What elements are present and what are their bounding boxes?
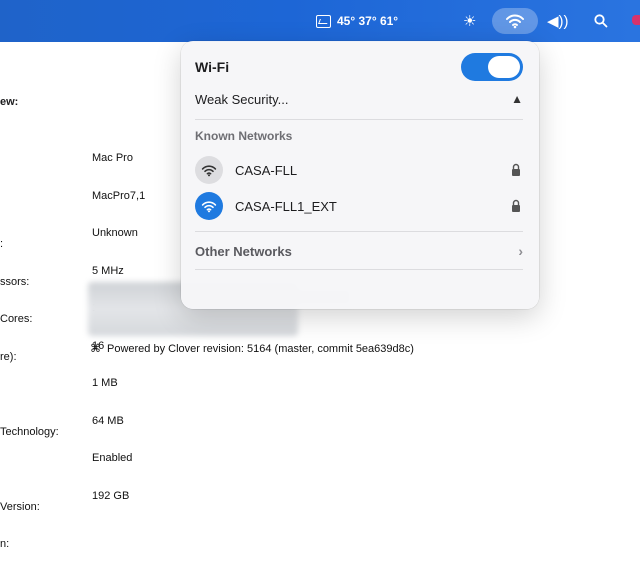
hw-value: MacPro7,1 (92, 189, 146, 202)
clover-footer: ⌘ Powered by Clover revision: 5164 (mast… (90, 342, 414, 356)
weather-temps: 45° 37° 61° (337, 14, 399, 28)
hw-label (0, 463, 59, 476)
control-center-icon[interactable] (632, 15, 640, 25)
hw-value: 64 MB (92, 414, 124, 427)
brightness-icon[interactable]: ☀ (463, 10, 476, 32)
sound-icon[interactable]: ◀)) (547, 10, 569, 32)
hw-label: Technology: (0, 425, 59, 438)
hw-label: n: (0, 538, 10, 550)
lock-icon (512, 163, 520, 176)
command-icon: ⌘ (90, 343, 101, 355)
hw-label: : (0, 238, 4, 250)
menu-bar: 45° 37° 61° ☀ ◀)) (0, 0, 640, 42)
wifi-header: Wi-Fi (195, 53, 523, 81)
footer-text: Powered by Clover revision: 5164 (master… (107, 342, 414, 355)
hw-value: Enabled (92, 452, 133, 464)
hw-value: 5 MHz (92, 264, 124, 277)
weak-security-row[interactable]: Weak Security... ▲ (195, 89, 523, 109)
hw-value: Unknown (92, 227, 138, 239)
other-networks-label: Other Networks (195, 243, 292, 259)
weather-icon (316, 14, 331, 28)
wifi-signal-icon (195, 192, 223, 220)
hw-value: Mac Pro (92, 152, 133, 164)
network-item-casa-fll[interactable]: CASA-FLL (195, 155, 523, 185)
overview-label: ew: (0, 96, 19, 108)
hw-value: 1 MB (92, 377, 118, 389)
hw-label (0, 201, 59, 214)
hw-label (0, 163, 59, 176)
network-name: CASA-FLL (235, 162, 298, 178)
other-networks-row[interactable]: Other Networks › (195, 241, 523, 261)
divider (195, 231, 523, 232)
divider (195, 269, 523, 270)
wifi-menu-icon[interactable] (492, 8, 538, 34)
lock-icon (512, 199, 520, 212)
divider (195, 119, 523, 120)
wifi-popover: Wi-Fi Weak Security... ▲ Known Networks … (181, 41, 539, 309)
spotlight-search-icon[interactable] (594, 10, 608, 32)
chevron-right-icon: › (518, 243, 523, 259)
hw-value: 192 GB (92, 489, 130, 502)
hw-label: Version: (0, 500, 40, 513)
wifi-title: Wi-Fi (195, 59, 230, 75)
network-name: CASA-FLL1_EXT (235, 198, 337, 214)
hw-label (0, 388, 59, 401)
wifi-toggle[interactable] (461, 53, 523, 81)
known-networks-header: Known Networks (195, 129, 293, 143)
warning-icon: ▲ (511, 92, 523, 106)
hw-label: Cores: (0, 313, 33, 325)
hw-label: ssors: (0, 275, 30, 288)
hw-label: re): (0, 350, 17, 363)
weather-widget[interactable]: 45° 37° 61° (316, 10, 398, 32)
hardware-labels: : ssors: Cores: re): Technology: Version… (0, 138, 59, 563)
weak-security-label: Weak Security... (195, 91, 289, 107)
network-item-casa-fll1-ext[interactable]: CASA-FLL1_EXT (195, 191, 523, 221)
wifi-signal-icon (195, 156, 223, 184)
